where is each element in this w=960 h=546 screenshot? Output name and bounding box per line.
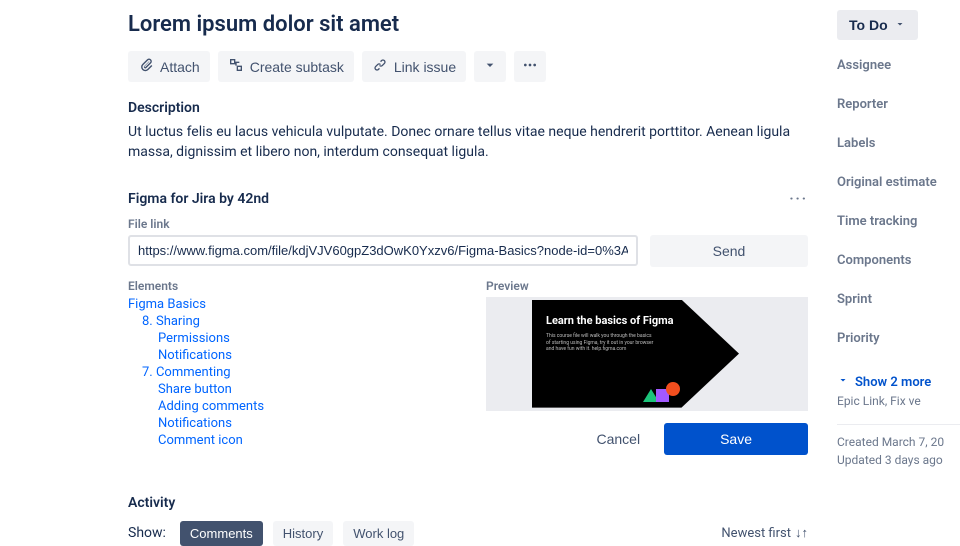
tree-item-sharing[interactable]: Sharing <box>156 314 200 329</box>
attach-button[interactable]: Attach <box>128 51 210 82</box>
chevron-down-icon <box>482 57 498 76</box>
side-field-reporter[interactable]: Reporter <box>837 97 960 112</box>
tab-worklog[interactable]: Work log <box>343 521 414 546</box>
preview-label: Preview <box>486 279 808 293</box>
side-field-priority[interactable]: Priority <box>837 331 960 346</box>
file-link-input[interactable] <box>128 235 638 266</box>
side-field-components[interactable]: Components <box>837 253 960 268</box>
activity-sort-toggle[interactable]: Newest first ↓↑ <box>721 525 808 541</box>
figma-panel-title: Figma for Jira by 42nd <box>128 191 269 207</box>
side-field-original-estimate[interactable]: Original estimate <box>837 175 960 190</box>
tree-item-share-button[interactable]: Share button <box>158 382 232 397</box>
slide-title: Learn the basics of Figma <box>546 314 748 328</box>
save-button[interactable]: Save <box>664 423 808 455</box>
create-subtask-button[interactable]: Create subtask <box>218 51 354 82</box>
paperclip-icon <box>138 57 154 76</box>
chevron-down-icon <box>894 17 906 33</box>
tree-item-commenting[interactable]: Commenting <box>156 365 231 380</box>
tree-item-adding-comments[interactable]: Adding comments <box>158 399 264 414</box>
side-field-time-tracking[interactable]: Time tracking <box>837 214 960 229</box>
side-divider <box>837 424 960 425</box>
chevron-down-icon <box>837 374 849 390</box>
tree-item-notifications2[interactable]: Notifications <box>158 416 232 431</box>
side-field-assignee[interactable]: Assignee <box>837 58 960 73</box>
link-issue-dropdown[interactable] <box>474 51 506 82</box>
tree-item-number: 7. <box>142 365 153 380</box>
tree-item-permissions[interactable]: Permissions <box>158 331 230 346</box>
tab-comments[interactable]: Comments <box>180 521 263 546</box>
activity-show-label: Show: <box>128 525 166 541</box>
show-more-fields[interactable]: Show 2 more <box>837 374 931 390</box>
tree-item-comment-icon[interactable]: Comment icon <box>158 433 243 448</box>
side-field-labels[interactable]: Labels <box>837 136 960 151</box>
more-horizontal-icon <box>522 57 538 76</box>
activity-title: Activity <box>128 495 808 511</box>
link-icon <box>372 57 388 76</box>
issue-title: Lorem ipsum dolor sit amet <box>128 12 808 37</box>
attach-label: Attach <box>160 59 200 75</box>
tab-history[interactable]: History <box>273 521 333 546</box>
created-date: Created March 7, 20 <box>837 435 960 449</box>
status-label: To Do <box>849 17 888 33</box>
sort-label: Newest first <box>721 526 791 541</box>
file-link-label: File link <box>128 217 808 231</box>
send-button[interactable]: Send <box>650 235 808 267</box>
more-actions-button[interactable] <box>514 51 546 82</box>
slide-subtitle: This course file will walk you through t… <box>546 333 656 353</box>
cancel-button[interactable]: Cancel <box>582 423 654 455</box>
side-field-sprint[interactable]: Sprint <box>837 292 960 307</box>
figma-shapes-icon <box>643 382 680 402</box>
updated-date: Updated 3 days ago <box>837 453 960 467</box>
elements-label: Elements <box>128 279 468 293</box>
create-subtask-label: Create subtask <box>250 59 344 75</box>
description-text[interactable]: Ut luctus felis eu lacus vehicula vulput… <box>128 122 808 163</box>
tree-item-number: 8. <box>142 314 153 329</box>
preview-thumbnail[interactable]: Learn the basics of Figma This course fi… <box>486 297 808 411</box>
show-more-sublabel: Epic Link, Fix ve <box>837 394 960 408</box>
issue-action-row: Attach Create subtask Link issue <box>128 51 808 82</box>
sort-icon: ↓↑ <box>795 525 808 541</box>
subtask-icon <box>228 57 244 76</box>
elements-root-link[interactable]: Figma Basics <box>128 297 206 312</box>
show-more-label: Show 2 more <box>855 375 931 390</box>
description-label: Description <box>128 100 808 116</box>
status-dropdown[interactable]: To Do <box>837 10 918 40</box>
link-issue-label: Link issue <box>394 59 456 75</box>
link-issue-button[interactable]: Link issue <box>362 51 466 82</box>
tree-item-notifications[interactable]: Notifications <box>158 348 232 363</box>
figma-panel-more-icon[interactable]: ··· <box>789 191 808 207</box>
